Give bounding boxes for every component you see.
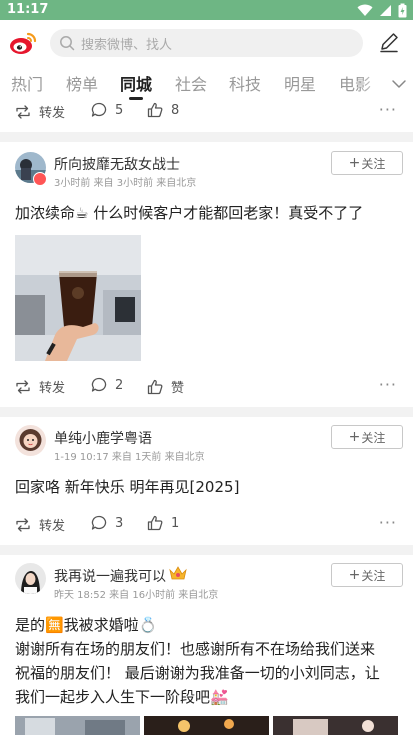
post-text: 回家咯 新年快乐 明年再见[2025] — [15, 478, 240, 496]
category-tabs: 热门 榜单 同城 社会 科技 明星 电影 — [0, 66, 413, 102]
photo-thumbnail-1 — [15, 716, 140, 735]
comment-button[interactable]: 2 — [91, 377, 123, 393]
plus-icon: + — [348, 155, 361, 171]
battery-icon — [398, 3, 407, 18]
username[interactable]: 所向披靡无敌女战士 — [54, 154, 180, 174]
post-text: 加浓续命☕ 什么时候客户才能都回老家！真受不了了 — [15, 204, 364, 222]
more-options-icon[interactable]: ··· — [379, 375, 397, 394]
thumbs-up-icon — [147, 102, 163, 118]
photo-thumbnail-3 — [273, 716, 398, 735]
post-text: 是的🈚我被求婚啦💍 谢谢所有在场的朋友们！也感谢所有不在场给我们送来 祝福的朋友… — [15, 613, 400, 709]
thumbs-up-icon — [147, 515, 163, 531]
comment-icon — [91, 377, 107, 392]
follow-label: 关注 — [361, 430, 386, 445]
like-label: 赞 — [171, 381, 185, 396]
post-meta: 3小时前 来自 3小时前 来自北京 — [54, 178, 197, 189]
chevron-down-icon[interactable] — [389, 74, 409, 94]
compose-icon[interactable] — [378, 31, 400, 53]
more-options-icon[interactable]: ··· — [379, 102, 397, 119]
repost-icon — [16, 517, 30, 532]
more-options-icon[interactable]: ··· — [379, 513, 397, 532]
post-text-line: 谢谢所有在场的朋友们！也感谢所有不在场给我们送来 — [15, 640, 376, 658]
avatar-image — [15, 563, 46, 594]
follow-label: 关注 — [361, 568, 386, 583]
feed: 转发 5 8 ··· 所向披靡无敌女战士 3小时前 来自 3小时前 来自北京 +… — [0, 102, 413, 735]
signal-icon — [380, 5, 391, 16]
avatar-image — [15, 425, 46, 456]
comment-count: 3 — [115, 515, 124, 531]
coffee-photo — [15, 235, 141, 361]
search-box[interactable]: 搜索微博、找人 — [50, 29, 363, 57]
top-header: 搜索微博、找人 — [0, 20, 413, 66]
comment-icon — [91, 515, 107, 530]
post-image[interactable] — [144, 716, 269, 735]
post-actions: 转发 2 赞 ··· — [0, 375, 413, 397]
tab-hot[interactable]: 热门 — [11, 71, 43, 95]
repost-button[interactable]: 转发 — [15, 102, 65, 121]
plus-icon: + — [348, 429, 361, 445]
comment-count: 2 — [115, 377, 124, 393]
plus-icon: + — [348, 567, 361, 583]
post-image[interactable] — [15, 235, 141, 361]
repost-icon — [16, 379, 30, 394]
post-meta: 昨天 18:52 来自 16小时前 来自北京 — [54, 590, 219, 601]
post-text-line: 是的🈚我被求婚啦💍 — [15, 616, 158, 634]
tab-society[interactable]: 社会 — [175, 71, 207, 95]
post-text-line: 祝福的朋友们！ 最后谢谢为我准备一切的小刘同志，让 — [15, 664, 380, 682]
follow-button[interactable]: + 关注 — [331, 151, 403, 175]
wifi-icon — [357, 4, 373, 16]
post-actions: 转发 3 1 ··· — [0, 513, 413, 535]
status-icons — [357, 3, 407, 18]
repost-label: 转发 — [39, 519, 66, 534]
repost-label: 转发 — [39, 381, 66, 396]
like-button[interactable]: 8 — [147, 102, 179, 118]
thumbs-up-icon — [147, 379, 163, 394]
status-bar: 11:17 — [0, 0, 413, 20]
tab-tech[interactable]: 科技 — [229, 71, 261, 95]
post-text-line: 我们一起步入人生下一阶段吧💒 — [15, 688, 229, 706]
status-time: 11:17 — [7, 2, 49, 17]
avatar[interactable] — [15, 425, 46, 456]
post-meta: 1-19 10:17 来自 1天前 来自北京 — [54, 452, 205, 463]
follow-label: 关注 — [361, 156, 386, 171]
avatar[interactable] — [15, 563, 46, 594]
like-button[interactable]: 赞 — [147, 377, 184, 396]
tab-celebrity[interactable]: 明星 — [284, 71, 316, 95]
weibo-logo-icon[interactable] — [9, 30, 37, 56]
follow-button[interactable]: + 关注 — [331, 563, 403, 587]
post-divider — [0, 545, 413, 555]
username[interactable]: 我再说一遍我可以 — [54, 566, 166, 586]
active-tab-indicator — [129, 97, 143, 100]
username[interactable]: 单纯小鹿学粤语 — [54, 428, 152, 448]
repost-button[interactable]: 转发 — [15, 515, 65, 534]
comment-icon — [91, 102, 107, 117]
prev-post-actions: 转发 5 8 ··· — [0, 102, 413, 122]
comment-button[interactable]: 5 — [91, 102, 123, 118]
comment-button[interactable]: 3 — [91, 515, 123, 531]
follow-button[interactable]: + 关注 — [331, 425, 403, 449]
verified-badge — [33, 172, 47, 186]
repost-icon — [16, 104, 30, 119]
like-count: 1 — [171, 515, 180, 531]
repost-button[interactable]: 转发 — [15, 377, 65, 396]
tab-rank[interactable]: 榜单 — [66, 71, 98, 95]
repost-label: 转发 — [39, 106, 66, 121]
tabs-fade — [359, 66, 389, 102]
post-divider — [0, 407, 413, 417]
post-image[interactable] — [273, 716, 398, 735]
like-count: 8 — [171, 102, 180, 118]
photo-thumbnail-2 — [144, 716, 269, 735]
crown-badge-icon — [169, 566, 187, 580]
post-divider — [0, 132, 413, 142]
post-image[interactable] — [15, 716, 140, 735]
search-placeholder: 搜索微博、找人 — [81, 37, 173, 53]
tab-local[interactable]: 同城 — [120, 71, 152, 95]
comment-count: 5 — [115, 102, 124, 118]
like-button[interactable]: 1 — [147, 515, 179, 531]
search-icon — [60, 36, 75, 51]
